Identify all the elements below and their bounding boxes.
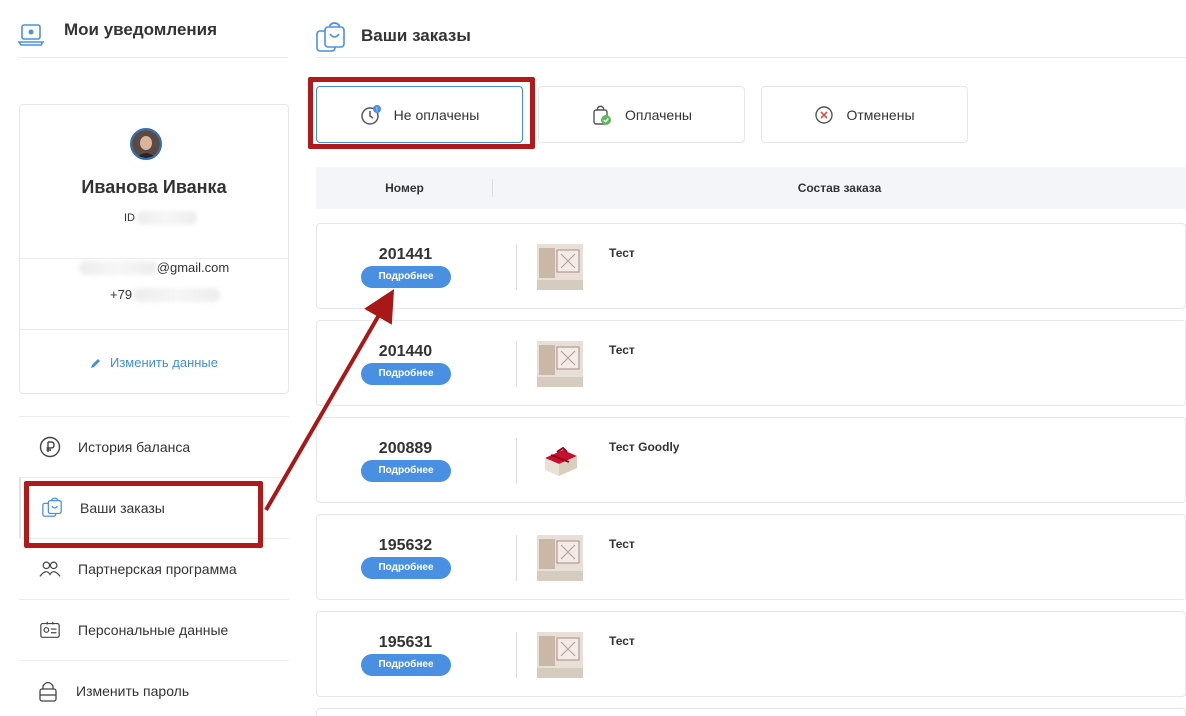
orders-bag-icon <box>316 21 345 52</box>
details-button[interactable]: Подробнее <box>361 363 451 385</box>
table-row: 201441 Подробнее Тест <box>316 223 1186 309</box>
table-row: 201440 Подробнее Тест <box>316 320 1186 406</box>
tab-cancelled[interactable]: Отменены <box>761 86 968 143</box>
product-thumbnail[interactable] <box>537 632 583 678</box>
email-hidden <box>78 260 157 275</box>
details-button[interactable]: Подробнее <box>361 460 451 482</box>
tab-label: Отменены <box>846 106 915 123</box>
sidebar-item-label: Ваши заказы <box>80 500 165 516</box>
divider <box>20 329 288 330</box>
table-row: 195631 Подробнее Тест <box>316 611 1186 697</box>
sidebar-item-balance-history[interactable]: История баланса <box>19 416 289 477</box>
details-button[interactable]: Подробнее <box>361 557 451 579</box>
lock-icon <box>37 680 59 702</box>
pencil-icon <box>91 358 100 368</box>
column-header-contents: Состав заказа <box>797 181 882 195</box>
product-thumbnail[interactable] <box>537 438 583 484</box>
table-row: 200889 Подробнее Тест Goodly <box>316 417 1186 503</box>
profile-id-hidden <box>137 211 197 225</box>
cancel-circle-icon <box>815 105 834 124</box>
divider <box>20 258 288 259</box>
tab-unpaid[interactable]: ! Не оплачены <box>316 86 523 143</box>
product-name[interactable]: Тест <box>609 246 635 260</box>
product-thumbnail[interactable] <box>537 244 583 290</box>
sidebar-item-label: Партнерская программа <box>78 561 237 577</box>
row-separator <box>516 341 517 387</box>
clock-badge-icon: ! <box>360 104 381 125</box>
column-header-number: Номер <box>385 181 424 195</box>
sidebar-item-label: Персональные данные <box>78 622 229 638</box>
email-suffix: @gmail.com <box>156 260 230 275</box>
profile-email: @gmail.com <box>20 260 288 275</box>
details-button[interactable]: Подробнее <box>361 654 451 676</box>
ruble-icon <box>39 436 61 458</box>
edit-profile-label: Изменить данные <box>110 355 218 370</box>
table-row <box>316 708 1186 716</box>
orders-bag-icon <box>41 497 63 519</box>
sidebar-menu: История баланса Ваши заказы Партнерская … <box>19 416 289 716</box>
product-thumbnail[interactable] <box>537 341 583 387</box>
profile-card: Иванова Иванка ID @gmail.com +79 Изменит… <box>19 104 289 394</box>
profile-id-label: ID <box>124 212 135 224</box>
order-number: 200889 <box>378 440 433 457</box>
product-name[interactable]: Тест <box>609 343 635 357</box>
avatar-photo <box>132 130 160 158</box>
sidebar-item-label: Изменить пароль <box>76 683 190 699</box>
notifications-header: Мои уведомления <box>18 20 288 58</box>
edit-profile-link[interactable]: Изменить данные <box>20 355 288 370</box>
paid-bag-icon <box>593 105 611 125</box>
row-separator <box>516 535 517 581</box>
profile-phone: +79 <box>110 287 221 302</box>
order-number: 195631 <box>378 634 433 651</box>
tab-label: Оплачены <box>625 106 692 123</box>
order-number: 201440 <box>378 343 433 360</box>
tab-label: Не оплачены <box>393 106 480 123</box>
order-number: 201441 <box>378 246 433 263</box>
page-title: Ваши заказы <box>361 25 471 45</box>
orders-table-header: Номер Состав заказа <box>316 167 1186 209</box>
product-name[interactable]: Тест <box>609 634 635 648</box>
product-name[interactable]: Тест Goodly <box>609 440 679 454</box>
avatar <box>130 128 162 160</box>
order-number: 195632 <box>378 537 433 554</box>
row-separator <box>516 244 517 290</box>
partners-icon <box>39 558 61 580</box>
sidebar-item-partner-program[interactable]: Партнерская программа <box>19 538 289 599</box>
product-thumbnail[interactable] <box>537 535 583 581</box>
details-button[interactable]: Подробнее <box>361 266 451 288</box>
phone-prefix: +79 <box>110 287 133 302</box>
table-row: 195632 Подробнее Тест <box>316 514 1186 600</box>
id-card-icon <box>39 619 61 641</box>
profile-name: Иванова Иванка <box>81 177 227 197</box>
sidebar-item-your-orders[interactable]: Ваши заказы <box>19 477 289 538</box>
sidebar-item-label: История баланса <box>78 439 191 455</box>
profile-id: ID <box>124 211 197 225</box>
sidebar-item-change-password[interactable]: Изменить пароль <box>19 660 289 716</box>
sidebar-item-personal-data[interactable]: Персональные данные <box>19 599 289 660</box>
row-separator <box>516 632 517 678</box>
phone-hidden <box>134 287 221 302</box>
product-name[interactable]: Тест <box>609 537 635 551</box>
orders-header: Ваши заказы <box>316 20 1186 58</box>
notifications-laptop-icon <box>18 24 44 46</box>
row-separator <box>516 438 517 484</box>
notifications-title[interactable]: Мои уведомления <box>64 14 217 46</box>
tab-paid[interactable]: Оплачены <box>538 86 745 143</box>
